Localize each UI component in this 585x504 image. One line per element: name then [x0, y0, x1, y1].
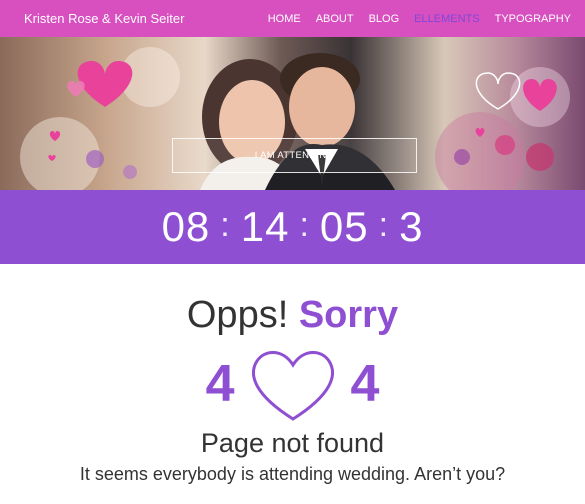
nav-typography[interactable]: TYPOGRAPHY — [495, 13, 571, 25]
error-headline: Opps! Sorry — [0, 294, 585, 337]
countdown-hours: 08 — [161, 203, 211, 250]
error-title: Page not found — [200, 428, 385, 458]
headline-opps: Opps! — [186, 294, 289, 336]
countdown-separator: : — [299, 205, 310, 244]
countdown-separator: : — [220, 205, 231, 244]
error-code-first-digit: 4 — [205, 355, 235, 413]
heart-icon — [77, 61, 133, 107]
countdown-seconds: 05 — [319, 203, 369, 250]
countdown-tail: 3 — [399, 203, 424, 250]
nav-home[interactable]: HOME — [268, 13, 301, 25]
attending-button[interactable]: I AM ATTENDING — [172, 138, 417, 173]
headline-sorry: Sorry — [298, 294, 399, 336]
heart-outline-icon — [251, 351, 334, 421]
nav-about[interactable]: ABOUT — [316, 13, 354, 25]
main-nav: HOME ABOUT BLOG ELLEMENTS TYPOGRAPHY — [268, 13, 571, 25]
hero-banner: I AM ATTENDING — [0, 37, 585, 190]
nav-blog[interactable]: BLOG — [369, 13, 400, 25]
countdown-timer: 08 : 14 : 05 : 3 — [0, 190, 585, 264]
countdown-separator: : — [378, 205, 390, 244]
nav-elements[interactable]: ELLEMENTS — [414, 13, 479, 25]
site-brand[interactable]: Kristen Rose & Kevin Seiter — [24, 11, 184, 26]
top-navbar: Kristen Rose & Kevin Seiter HOME ABOUT B… — [0, 0, 585, 37]
error-code-last-digit: 4 — [350, 355, 380, 413]
error-code: 4 4 — [0, 344, 585, 424]
countdown-minutes: 14 — [240, 203, 290, 250]
error-message: It seems everybody is attending wedding.… — [79, 464, 506, 484]
